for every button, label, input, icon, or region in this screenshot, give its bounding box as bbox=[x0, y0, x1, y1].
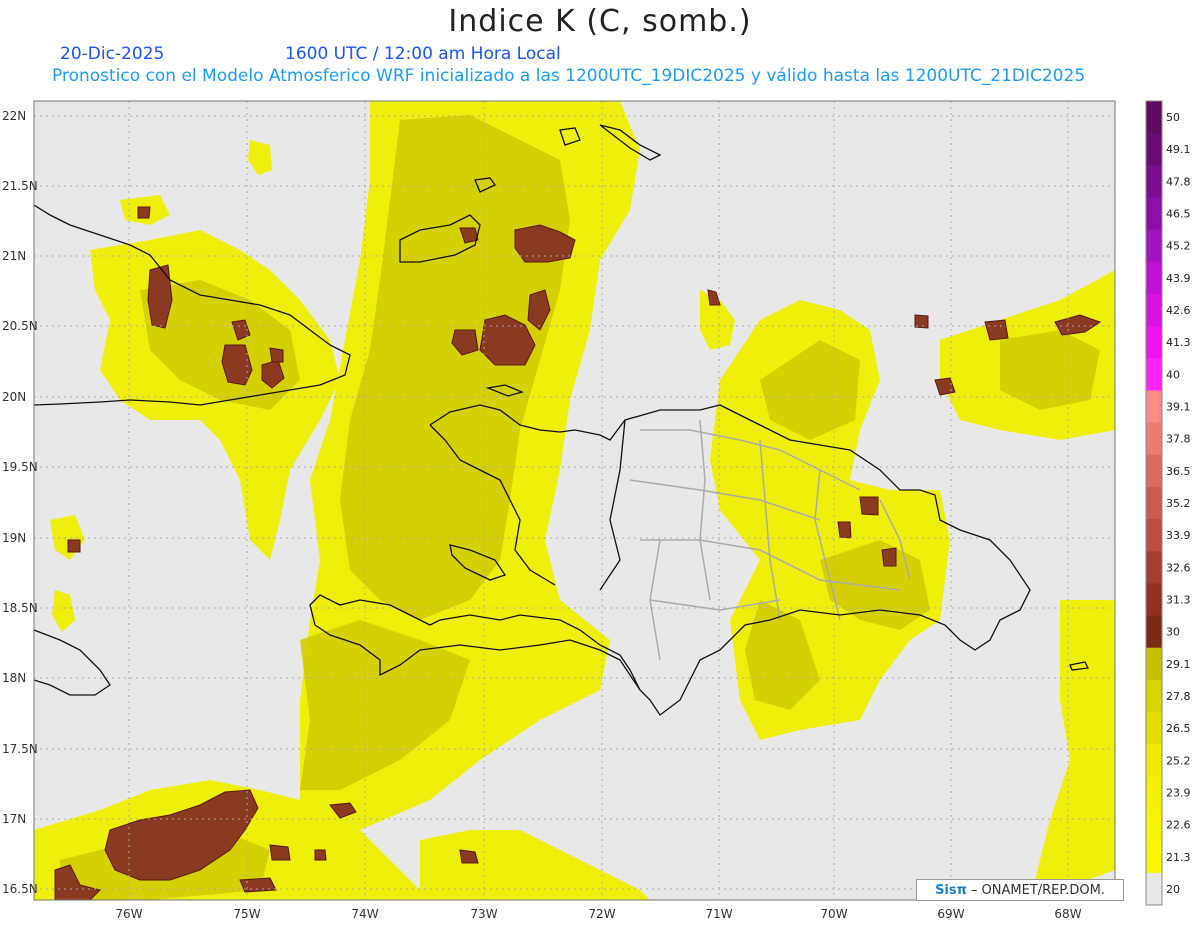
colorbar-label: 33.9 bbox=[1166, 529, 1191, 542]
colorbar-swatch bbox=[1146, 551, 1162, 584]
colorbar-swatch bbox=[1146, 744, 1162, 777]
colorbar-label: 26.5 bbox=[1166, 722, 1191, 735]
lat-label: 19.5N bbox=[2, 460, 38, 474]
watermark: Sisπ – ONAMET/REP.DOM. bbox=[916, 879, 1124, 901]
colorbar-label: 39.1 bbox=[1166, 401, 1191, 414]
colorbar-label: 32.6 bbox=[1166, 561, 1191, 574]
colorbar-label: 21.3 bbox=[1166, 851, 1191, 864]
lon-label: 71W bbox=[705, 907, 732, 921]
colorbar-swatch bbox=[1146, 776, 1162, 810]
lon-label: 68W bbox=[1054, 907, 1081, 921]
colorbar-label: 37.8 bbox=[1166, 433, 1191, 446]
colorbar-label: 31.3 bbox=[1166, 593, 1191, 606]
colorbar-label: 47.8 bbox=[1166, 175, 1191, 188]
lon-label: 75W bbox=[233, 907, 260, 921]
colorbar-swatch bbox=[1146, 712, 1162, 745]
lat-label: 20.5N bbox=[2, 319, 38, 333]
lon-label: 72W bbox=[588, 907, 615, 921]
latitude-labels: 22N 21.5N 21N 20.5N 20N 19.5N 19N 18.5N … bbox=[2, 109, 38, 896]
colorbar-swatch bbox=[1146, 647, 1162, 681]
colorbar-swatch bbox=[1146, 519, 1162, 552]
lon-label: 70W bbox=[820, 907, 847, 921]
colorbar-swatch bbox=[1146, 197, 1162, 231]
lon-label: 69W bbox=[937, 907, 964, 921]
colorbar-label: 42.6 bbox=[1166, 304, 1191, 317]
colorbar-label: 30 bbox=[1166, 626, 1180, 639]
colorbar-swatch bbox=[1146, 293, 1162, 327]
colorbar-label: 29.1 bbox=[1166, 658, 1191, 671]
lon-label: 76W bbox=[115, 907, 142, 921]
longitude-labels: 76W 75W 74W 73W 72W 71W 70W 69W 68W bbox=[115, 907, 1081, 921]
lat-label: 20N bbox=[2, 390, 26, 404]
colorbar-label: 41.3 bbox=[1166, 336, 1191, 349]
colorbar-label: 25.2 bbox=[1166, 754, 1191, 767]
lat-label: 18N bbox=[2, 671, 26, 685]
colorbar-label: 45.2 bbox=[1166, 240, 1191, 253]
lat-label: 22N bbox=[2, 109, 26, 123]
colorbar-label: 36.5 bbox=[1166, 465, 1191, 478]
lat-label: 19N bbox=[2, 531, 26, 545]
lat-label: 17N bbox=[2, 812, 26, 826]
colorbar-swatch bbox=[1146, 229, 1162, 263]
colorbar-label: 43.9 bbox=[1166, 272, 1191, 285]
colorbar-label: 22.6 bbox=[1166, 819, 1191, 832]
colorbar-label: 40 bbox=[1166, 368, 1180, 381]
lat-label: 18.5N bbox=[2, 601, 38, 615]
colorbar-label: 46.5 bbox=[1166, 208, 1191, 221]
colorbar-swatch bbox=[1146, 422, 1162, 456]
colorbar-label: 27.8 bbox=[1166, 690, 1191, 703]
lat-label: 17.5N bbox=[2, 742, 38, 756]
colorbar-swatch bbox=[1146, 390, 1162, 424]
colorbar-swatch bbox=[1146, 326, 1162, 359]
colorbar-swatch bbox=[1146, 486, 1162, 520]
colorbar-label: 50 bbox=[1166, 111, 1180, 124]
colorbar-swatch bbox=[1146, 872, 1162, 906]
colorbar-swatch bbox=[1146, 133, 1162, 166]
colorbar-swatch bbox=[1146, 840, 1162, 874]
colorbar-swatch bbox=[1146, 583, 1162, 617]
colorbar-label: 20 bbox=[1166, 883, 1180, 896]
colorbar-swatch bbox=[1146, 615, 1162, 649]
lat-label: 21N bbox=[2, 249, 26, 263]
colorbar-label: 23.9 bbox=[1166, 786, 1191, 799]
colorbar-swatch bbox=[1146, 679, 1162, 713]
lat-label: 21.5N bbox=[2, 179, 38, 193]
lat-label: 16.5N bbox=[2, 882, 38, 896]
colorbar-swatch bbox=[1146, 454, 1162, 488]
colorbar-label: 49.1 bbox=[1166, 143, 1191, 156]
colorbar-label: 35.2 bbox=[1166, 497, 1191, 510]
watermark-text: – ONAMET/REP.DOM. bbox=[970, 882, 1105, 898]
colorbar-swatch bbox=[1146, 101, 1162, 134]
weather-map: 22N 21.5N 21N 20.5N 20N 19.5N 19N 18.5N … bbox=[2, 100, 1191, 921]
lon-label: 73W bbox=[470, 907, 497, 921]
lon-label: 74W bbox=[351, 907, 378, 921]
colorbar-swatch bbox=[1146, 358, 1162, 391]
sispi-logo: Sisπ bbox=[935, 882, 967, 898]
colorbar: 50 49.1 47.8 46.5 45.2 43.9 42.6 41.3 40 39.1 37.8… bbox=[1145, 100, 1191, 906]
colorbar-swatch bbox=[1146, 808, 1162, 842]
colorbar-swatch bbox=[1146, 261, 1162, 295]
colorbar-swatch bbox=[1146, 165, 1162, 198]
